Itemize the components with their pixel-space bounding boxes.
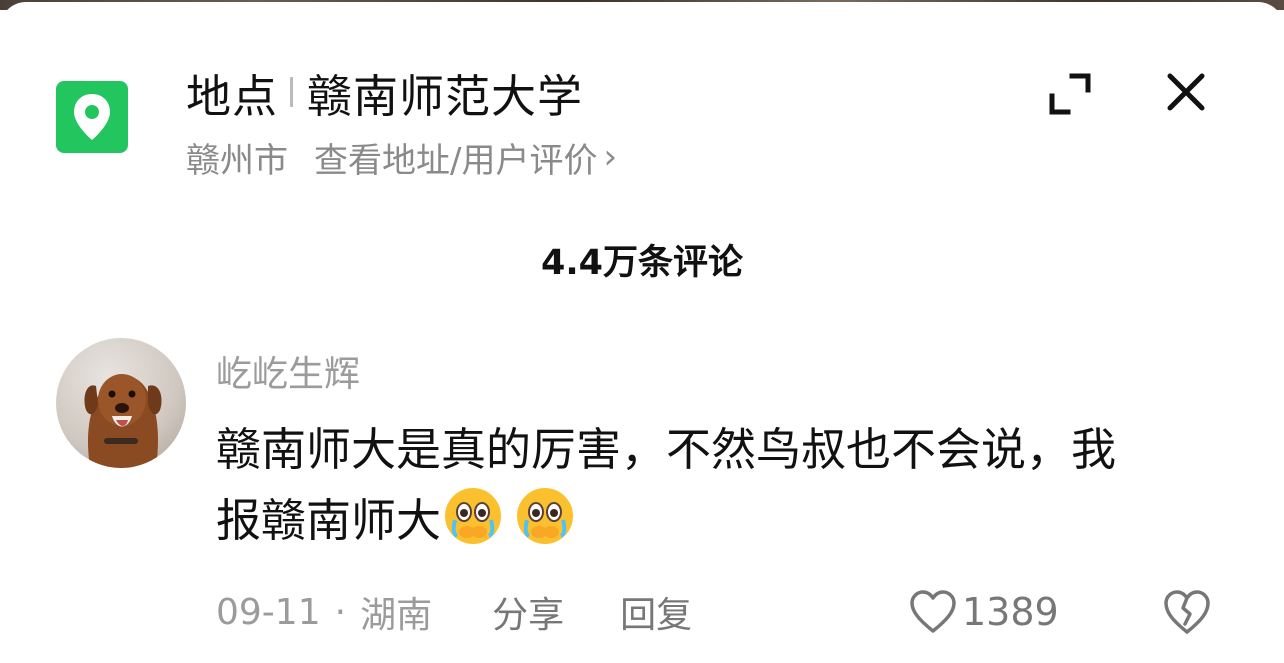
comment-date: 09-11 xyxy=(216,591,321,633)
details-link[interactable]: 查看地址/用户评价 xyxy=(314,133,597,182)
location-title[interactable]: 地点 赣南师范大学 xyxy=(186,60,583,124)
broken-heart-icon[interactable] xyxy=(1162,588,1212,636)
chevron-right-icon: › xyxy=(603,137,618,177)
location-pin-icon[interactable] xyxy=(56,81,128,153)
meta-separator: · xyxy=(334,591,347,633)
crying-face-emoji xyxy=(517,488,574,544)
avatar[interactable] xyxy=(56,338,186,468)
crying-face-emoji xyxy=(445,488,502,544)
comments-count: 4.4万条评论 xyxy=(540,243,743,283)
heart-icon xyxy=(910,590,956,633)
expand-icon[interactable] xyxy=(1042,66,1098,122)
reply-button[interactable]: 回复 xyxy=(620,586,692,638)
location-subtitle[interactable]: 赣州市 查看地址/用户评价 › xyxy=(186,132,617,182)
share-button[interactable]: 分享 xyxy=(492,586,564,638)
location-label: 地点 xyxy=(186,69,279,123)
comments-sheet: 地点 赣南师范大学 赣州市 查看地址/用户评价 › 4.4万条评论 屹屹生辉 赣… xyxy=(0,2,1284,663)
place-name: 赣南师范大学 xyxy=(307,69,584,123)
like-button[interactable]: 1389 xyxy=(908,584,1059,640)
close-icon[interactable] xyxy=(1160,66,1212,118)
comment-author[interactable]: 屹屹生辉 xyxy=(216,345,360,397)
title-divider xyxy=(290,77,294,107)
like-count: 1389 xyxy=(962,590,1059,634)
city-name: 赣州市 xyxy=(186,140,288,181)
comment-body: 赣南师大是真的厉害，不然鸟叔也不会说，我报赣南师大 xyxy=(216,416,1146,555)
comment-text: 赣南师大是真的厉害，不然鸟叔也不会说，我报赣南师大 xyxy=(216,423,1117,547)
comment-meta: 09-11 · 湖南 分享 回复 xyxy=(216,584,692,640)
comment-location: 湖南 xyxy=(360,595,433,636)
